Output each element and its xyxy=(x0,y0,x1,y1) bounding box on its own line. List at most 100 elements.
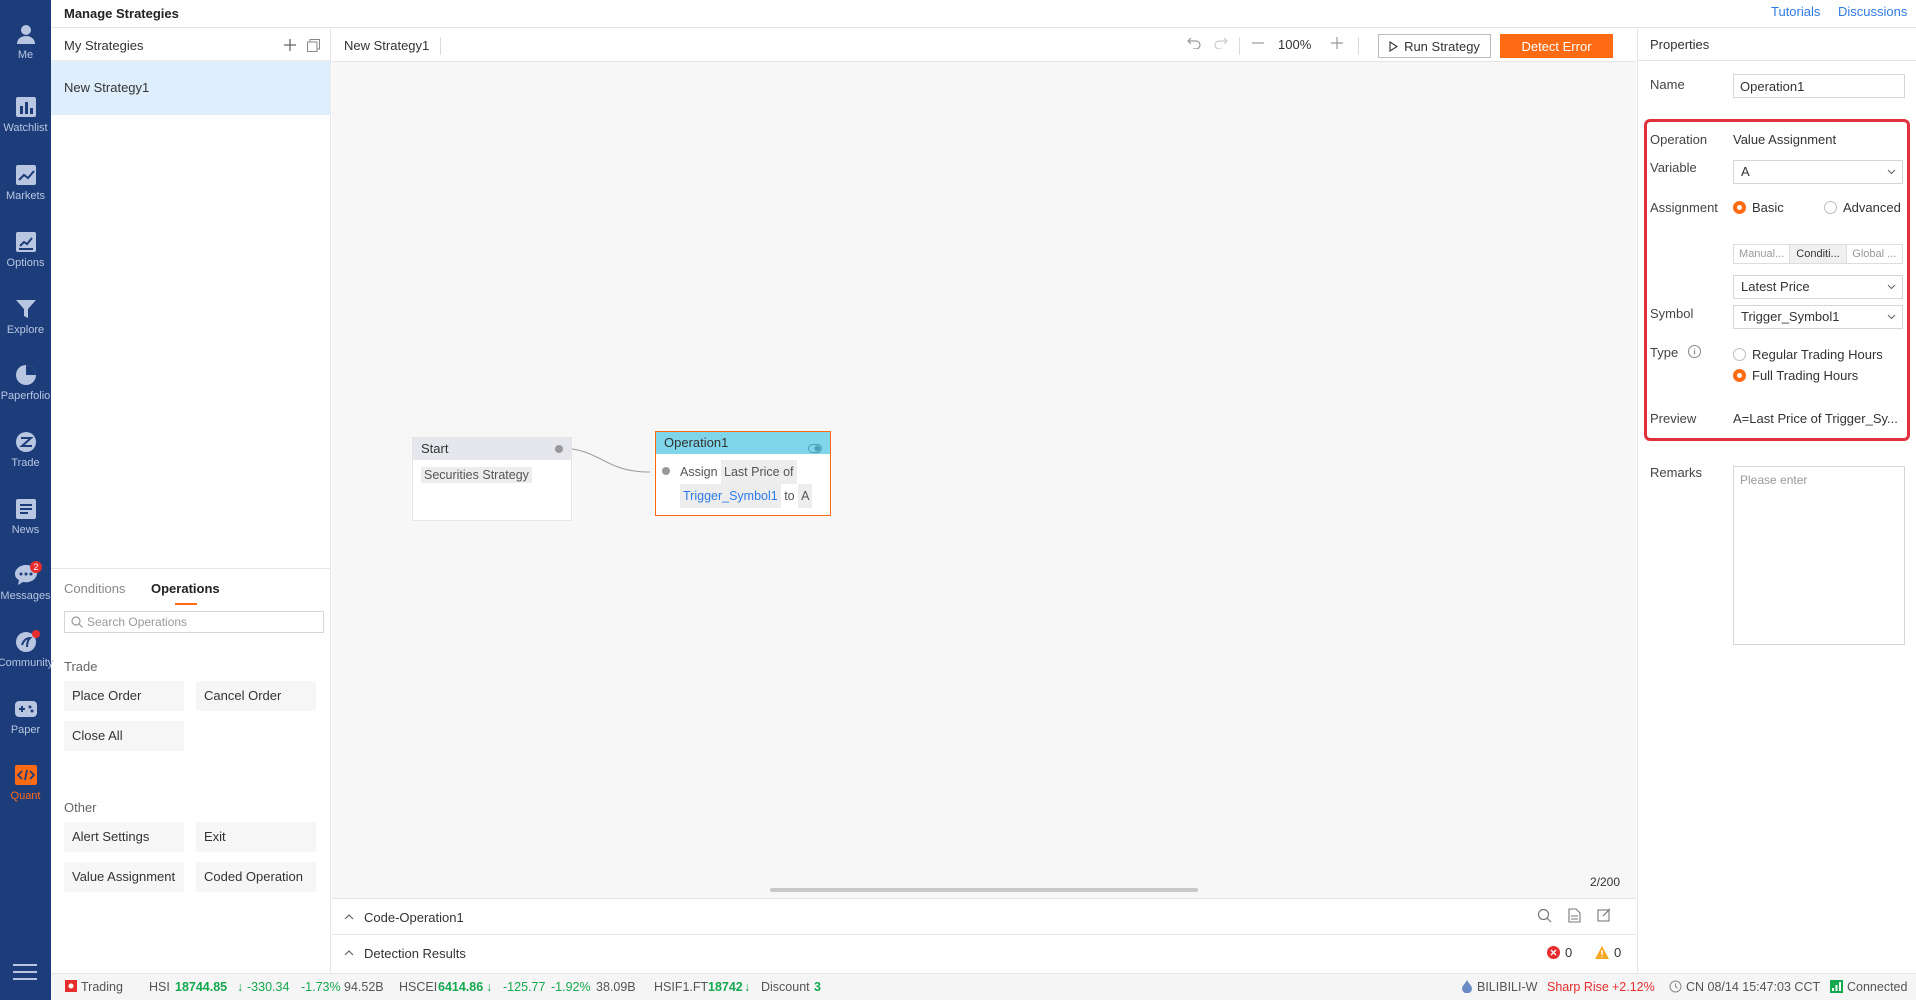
tab-operations[interactable]: Operations xyxy=(151,581,220,605)
nav-label: Messages xyxy=(0,590,51,602)
segment-condition[interactable]: Conditi... xyxy=(1789,245,1847,263)
down-arrow-icon: ↓ xyxy=(744,980,751,994)
radio-advanced[interactable]: Advanced xyxy=(1824,200,1901,215)
nav-label: Explore xyxy=(6,324,45,336)
strategy-canvas[interactable]: Start Securities Strategy Operation1 Ass… xyxy=(332,62,1636,898)
hsi-label[interactable]: HSI xyxy=(149,980,170,994)
op-close-all[interactable]: Close All xyxy=(64,721,184,751)
info-icon[interactable] xyxy=(1688,345,1701,361)
name-input[interactable] xyxy=(1733,74,1905,98)
nav-paper[interactable]: Paper xyxy=(0,697,51,757)
market-status: Trading xyxy=(81,980,123,994)
toolbar-divider xyxy=(1239,37,1240,55)
op-value-assignment[interactable]: Value Assignment xyxy=(64,862,184,892)
undo-icon[interactable] xyxy=(1185,36,1203,54)
nav-paperfolio[interactable]: Paperfolio xyxy=(0,363,51,423)
nav-watchlist[interactable]: Watchlist xyxy=(0,95,51,155)
operation-value: Value Assignment xyxy=(1733,132,1837,147)
toggle-icon[interactable] xyxy=(808,438,822,460)
assignment-source-tabs: Manual... Conditi... Global ... xyxy=(1733,244,1903,264)
nav-quant[interactable]: Quant xyxy=(0,763,51,823)
radio-full-label: Full Trading Hours xyxy=(1752,368,1859,383)
nav-trade[interactable]: Trade xyxy=(0,430,51,490)
hscei-turnover: 38.09B xyxy=(596,980,636,994)
price-field-value: Latest Price xyxy=(1741,279,1810,294)
output-port[interactable] xyxy=(555,445,563,453)
nav-markets[interactable]: Markets xyxy=(0,163,51,223)
run-strategy-button[interactable]: Run Strategy xyxy=(1378,34,1491,58)
remarks-input[interactable] xyxy=(1733,466,1905,645)
hsif-value: 18742 xyxy=(708,980,743,994)
status-bar: Trading HSI 18744.85 ↓ -330.34 -1.73% 94… xyxy=(51,973,1916,1000)
segment-global[interactable]: Global ... xyxy=(1847,245,1902,263)
symbol-select[interactable]: Trigger_Symbol1 xyxy=(1733,305,1903,329)
nav-me[interactable]: Me xyxy=(0,22,51,82)
operation-node[interactable]: Operation1 Assign Last Price of Trigger_… xyxy=(655,431,831,516)
op-alert-settings[interactable]: Alert Settings xyxy=(64,822,184,852)
chevron-down-icon xyxy=(1887,276,1896,298)
nav-options[interactable]: Options xyxy=(0,230,51,290)
alert-symbol[interactable]: BILIBILI-W xyxy=(1477,980,1537,994)
code-panel-title: Code-Operation1 xyxy=(364,910,464,925)
op-exit[interactable]: Exit xyxy=(196,822,316,852)
down-arrow-icon: ↓ xyxy=(237,980,244,994)
hscei-percent: -1.92% xyxy=(551,980,591,994)
search-input[interactable] xyxy=(87,615,307,629)
nav-explore[interactable]: Explore xyxy=(0,297,51,357)
import-strategy-icon[interactable] xyxy=(304,36,322,54)
symbol-tag[interactable]: Trigger_Symbol1 xyxy=(680,484,781,508)
strategy-list-item[interactable]: New Strategy1 xyxy=(51,61,330,115)
nav-label: Watchlist xyxy=(3,122,48,134)
segment-manual[interactable]: Manual... xyxy=(1734,245,1789,263)
op-coded-operation[interactable]: Coded Operation xyxy=(196,862,316,892)
messages-badge: 2 xyxy=(30,561,42,573)
document-icon[interactable] xyxy=(1568,908,1581,926)
menu-icon[interactable] xyxy=(13,963,37,981)
op-place-order[interactable]: Place Order xyxy=(64,681,184,711)
warning-count: 0 xyxy=(1595,945,1621,960)
trend-icon xyxy=(14,163,38,187)
search-icon[interactable] xyxy=(1537,908,1552,926)
radio-basic[interactable]: Basic xyxy=(1733,200,1784,215)
edit-icon[interactable] xyxy=(1597,908,1611,925)
start-node[interactable]: Start Securities Strategy xyxy=(412,437,572,521)
hsif-label[interactable]: HSIF1.FT xyxy=(654,980,708,994)
pie-icon xyxy=(14,363,38,387)
tab-conditions[interactable]: Conditions xyxy=(64,581,125,596)
operations-library: Conditions Operations Trade Place Order … xyxy=(51,568,331,973)
hsi-percent: -1.73% xyxy=(301,980,341,994)
detect-error-button[interactable]: Detect Error xyxy=(1500,34,1613,58)
horizontal-scrollbar[interactable] xyxy=(770,888,1198,892)
trade-icon xyxy=(14,430,38,454)
chevron-up-icon xyxy=(344,909,354,923)
detection-panel-bar[interactable]: Detection Results 0 0 xyxy=(332,934,1636,973)
clock-time: CN 08/14 15:47:03 CCT xyxy=(1686,980,1821,994)
hsi-turnover: 94.52B xyxy=(344,980,384,994)
hscei-value: 6414.86 xyxy=(438,980,484,994)
assignment-label: Assignment xyxy=(1650,200,1718,215)
nav-label: Paperfolio xyxy=(0,390,51,402)
radio-full-hours[interactable]: Full Trading Hours xyxy=(1733,368,1858,383)
remarks-label: Remarks xyxy=(1650,465,1703,480)
price-field-select[interactable]: Latest Price xyxy=(1733,275,1903,299)
hscei-label[interactable]: HSCEI xyxy=(399,980,437,994)
add-strategy-icon[interactable] xyxy=(281,36,299,54)
zoom-in-icon[interactable] xyxy=(1328,36,1346,54)
gamepad-icon xyxy=(14,697,38,721)
name-label: Name xyxy=(1650,77,1685,92)
radio-regular-hours[interactable]: Regular Trading Hours xyxy=(1733,347,1883,362)
nav-community[interactable]: Community xyxy=(0,630,53,690)
input-port[interactable] xyxy=(662,467,670,475)
nav-messages[interactable]: 2 Messages xyxy=(0,561,51,623)
news-icon xyxy=(14,497,38,521)
op-cancel-order[interactable]: Cancel Order xyxy=(196,681,316,711)
strategy-tab[interactable]: New Strategy1 xyxy=(344,38,429,53)
zoom-level: 100% xyxy=(1278,37,1312,52)
tutorials-link[interactable]: Tutorials xyxy=(1771,4,1820,19)
redo-icon[interactable] xyxy=(1212,36,1230,54)
zoom-out-icon[interactable] xyxy=(1249,36,1267,54)
variable-select[interactable]: A xyxy=(1733,160,1903,184)
discussions-link[interactable]: Discussions xyxy=(1838,4,1907,19)
nav-news[interactable]: News xyxy=(0,497,51,557)
code-panel-bar[interactable]: Code-Operation1 xyxy=(332,898,1636,934)
